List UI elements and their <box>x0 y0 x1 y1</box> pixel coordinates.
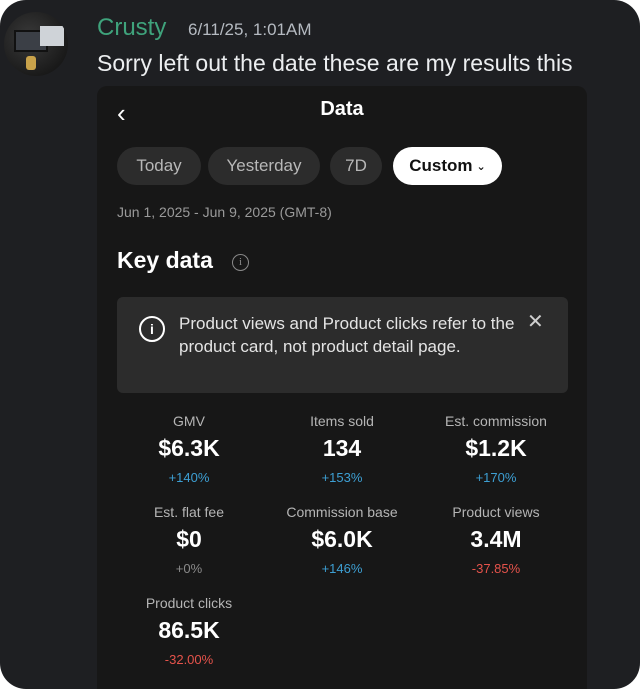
metric-label: Product clicks <box>145 595 233 611</box>
filter-today-label: Today <box>136 156 182 175</box>
filter-yesterday: Yesterday <box>208 147 320 185</box>
metric-product-clicks: Product clicks 86.5K -32.00% <box>109 595 269 667</box>
metric-value: 3.4M <box>470 526 522 552</box>
chat-window: Crusty 6/11/25, 1:01AM Sorry left out th… <box>0 0 640 689</box>
notice-info-icon: i <box>139 316 165 342</box>
metric-est-commission: Est. commission $1.2K +170% <box>416 413 576 485</box>
metric-label: Commission base <box>286 504 398 520</box>
avatar-screen-shape <box>40 26 64 46</box>
filter-today: Today <box>117 147 201 185</box>
metric-value: 86.5K <box>158 617 220 643</box>
attached-screenshot[interactable]: ‹ Data Today Yesterday 7D Custom ⌄ Jun 1,… <box>97 86 587 689</box>
metric-change: -32.00% <box>164 652 214 667</box>
metric-change: +153% <box>321 470 363 485</box>
avatar[interactable] <box>4 12 68 76</box>
page-title: Data <box>320 98 364 120</box>
info-notice: i Product views and Product clicks refer… <box>117 297 568 393</box>
metric-value: $6.0K <box>311 526 373 552</box>
metric-label: Est. flat fee <box>153 504 225 520</box>
metric-change: +146% <box>321 561 363 576</box>
metric-value: $1.2K <box>465 435 527 461</box>
metric-gmv: GMV $6.3K +140% <box>109 413 269 485</box>
chevron-down-icon: ⌄ <box>476 160 486 173</box>
metric-change: +140% <box>168 470 210 485</box>
filter-7d-label: 7D <box>345 156 367 175</box>
filter-yesterday-label: Yesterday <box>226 156 302 175</box>
notice-text: Product views and Product clicks refer t… <box>179 314 515 356</box>
avatar-hand-shape <box>26 56 36 70</box>
metric-change: -37.85% <box>471 561 521 576</box>
metric-change: +170% <box>475 470 517 485</box>
message-text: Sorry left out the date these are my res… <box>97 50 573 76</box>
metric-value: 134 <box>322 435 362 461</box>
metric-est-flat-fee: Est. flat fee $0 +0% <box>109 504 269 576</box>
metric-label: Product views <box>452 504 540 520</box>
metric-commission-base: Commission base $6.0K +146% <box>262 504 422 576</box>
close-icon: ✕ <box>527 311 544 333</box>
metric-label: Items sold <box>310 413 374 429</box>
metric-label: GMV <box>173 413 205 429</box>
metric-items-sold: Items sold 134 +153% <box>262 413 422 485</box>
metric-value: $6.3K <box>158 435 220 461</box>
message-timestamp: 6/11/25, 1:01AM <box>188 20 312 39</box>
metric-label: Est. commission <box>445 413 547 429</box>
message-username[interactable]: Crusty <box>97 14 166 42</box>
metric-product-views: Product views 3.4M -37.85% <box>416 504 576 576</box>
metric-change: +0% <box>175 561 203 576</box>
info-icon: i <box>232 254 249 271</box>
section-title: Key data <box>117 247 213 273</box>
date-range: Jun 1, 2025 - Jun 9, 2025 (GMT-8) <box>117 204 332 220</box>
filter-7d: 7D <box>330 147 382 185</box>
filter-custom: Custom ⌄ <box>393 147 502 185</box>
metric-value: $0 <box>176 526 202 552</box>
filter-custom-label: Custom <box>409 156 473 175</box>
